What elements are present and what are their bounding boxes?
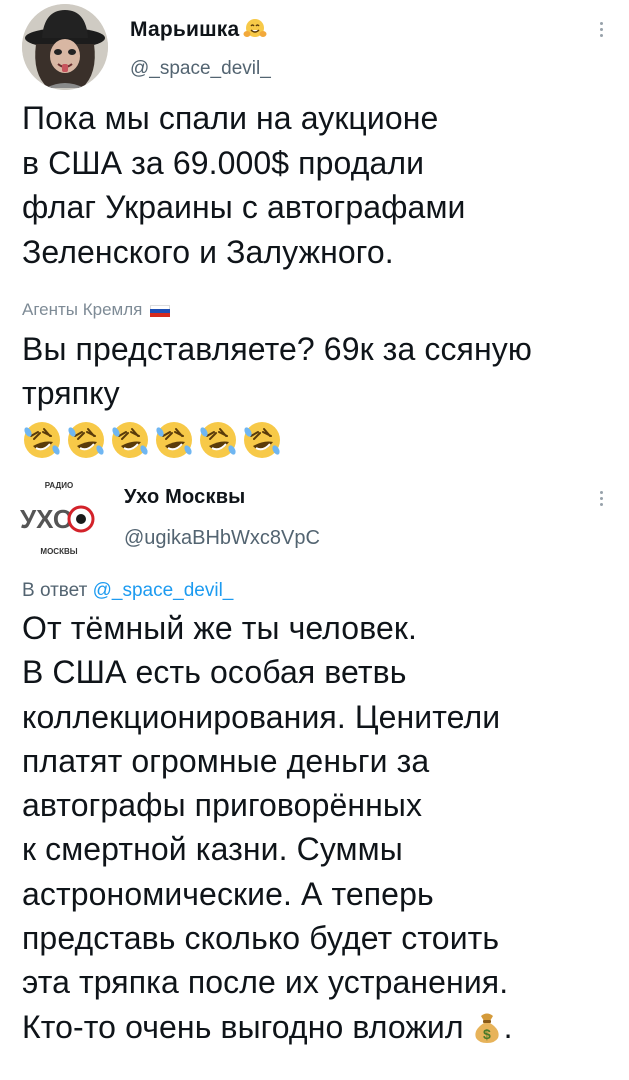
reply-text-line: астрономические. А теперь: [22, 875, 434, 912]
tweet-text-line: Зеленского и Залужного.: [22, 233, 394, 270]
quote-text: Вы представляете? 69к за ссяную тряпку: [22, 327, 612, 415]
reply-text-last-words: Кто-то очень выгодно вложил: [22, 1008, 464, 1045]
rolling-on-floor-laughing-icon: [22, 421, 283, 459]
reply-text-line: представь сколько будет стоить: [22, 920, 500, 957]
author-name[interactable]: Марьишка: [130, 18, 267, 46]
svg-text:РАДИО: РАДИО: [45, 481, 73, 490]
tweet-text-line: в США за 69.000$ продали: [22, 144, 425, 181]
avatar-image: [22, 4, 108, 90]
quote-source: Агенты Кремля: [22, 300, 171, 320]
author-handle[interactable]: @_space_devil_: [130, 58, 271, 80]
reply-text-line: В США есть особая ветвь: [22, 654, 407, 691]
reply-to-line: В ответ @_space_devil_: [22, 580, 233, 602]
svg-text:$: $: [483, 1026, 491, 1042]
avatar-ukho-moskvy[interactable]: РАДИО УХО МОСКВЫ: [14, 474, 104, 564]
reply-handle-link[interactable]: @_space_devil_: [93, 580, 234, 601]
author-name[interactable]: Ухо Москвы: [124, 486, 245, 509]
quote-text-line: Вы представляете? 69к за ссяную: [22, 331, 532, 367]
tweet-original: Марьишка @_space_devil_ Пока мы спали на…: [0, 0, 629, 462]
russian-flag-icon: [150, 305, 171, 317]
tweet-text-line: Пока мы спали на аукционе: [22, 100, 439, 136]
laughing-emoji-row: [22, 420, 284, 460]
author-handle[interactable]: @ugikaBHbWxc8VpC: [124, 527, 320, 550]
reply-text-line: эта тряпка после их устранения.: [22, 964, 509, 1001]
author-name-text: Марьишка: [130, 18, 240, 41]
reply-text: От тёмный же ты человек. В США есть особ…: [22, 606, 612, 1055]
avatar[interactable]: [22, 4, 108, 90]
reply-text-line: автографы приговорённых: [22, 787, 423, 824]
more-options-icon[interactable]: [600, 20, 603, 38]
reply-text-line: коллекционирования. Ценители: [22, 698, 501, 735]
tweet-text-line: флаг Украины с автографами: [22, 189, 466, 225]
svg-text:МОСКВЫ: МОСКВЫ: [40, 547, 77, 556]
reply-text-line: платят огромные деньги за: [22, 742, 430, 779]
reply-text-line: От тёмный же ты человек.: [22, 610, 417, 646]
money-bag-icon: $: [470, 1010, 504, 1055]
svg-text:УХО: УХО: [20, 504, 73, 534]
reply-text-line: к смертной казни. Суммы: [22, 831, 403, 868]
reply-text-period: .: [503, 1008, 513, 1045]
tweet-text: Пока мы спали на аукционе в США за 69.00…: [22, 96, 612, 274]
quote-source-text: Агенты Кремля: [22, 300, 143, 319]
more-options-icon[interactable]: [600, 489, 603, 507]
hugging-face-icon: [243, 18, 267, 46]
reply-prefix: В ответ: [22, 580, 93, 601]
radio-logo: РАДИО УХО МОСКВЫ: [20, 481, 95, 556]
quote-text-line: тряпку: [22, 375, 120, 411]
reply-text-line-last: Кто-то очень выгодно вложил $ .: [22, 1005, 612, 1055]
